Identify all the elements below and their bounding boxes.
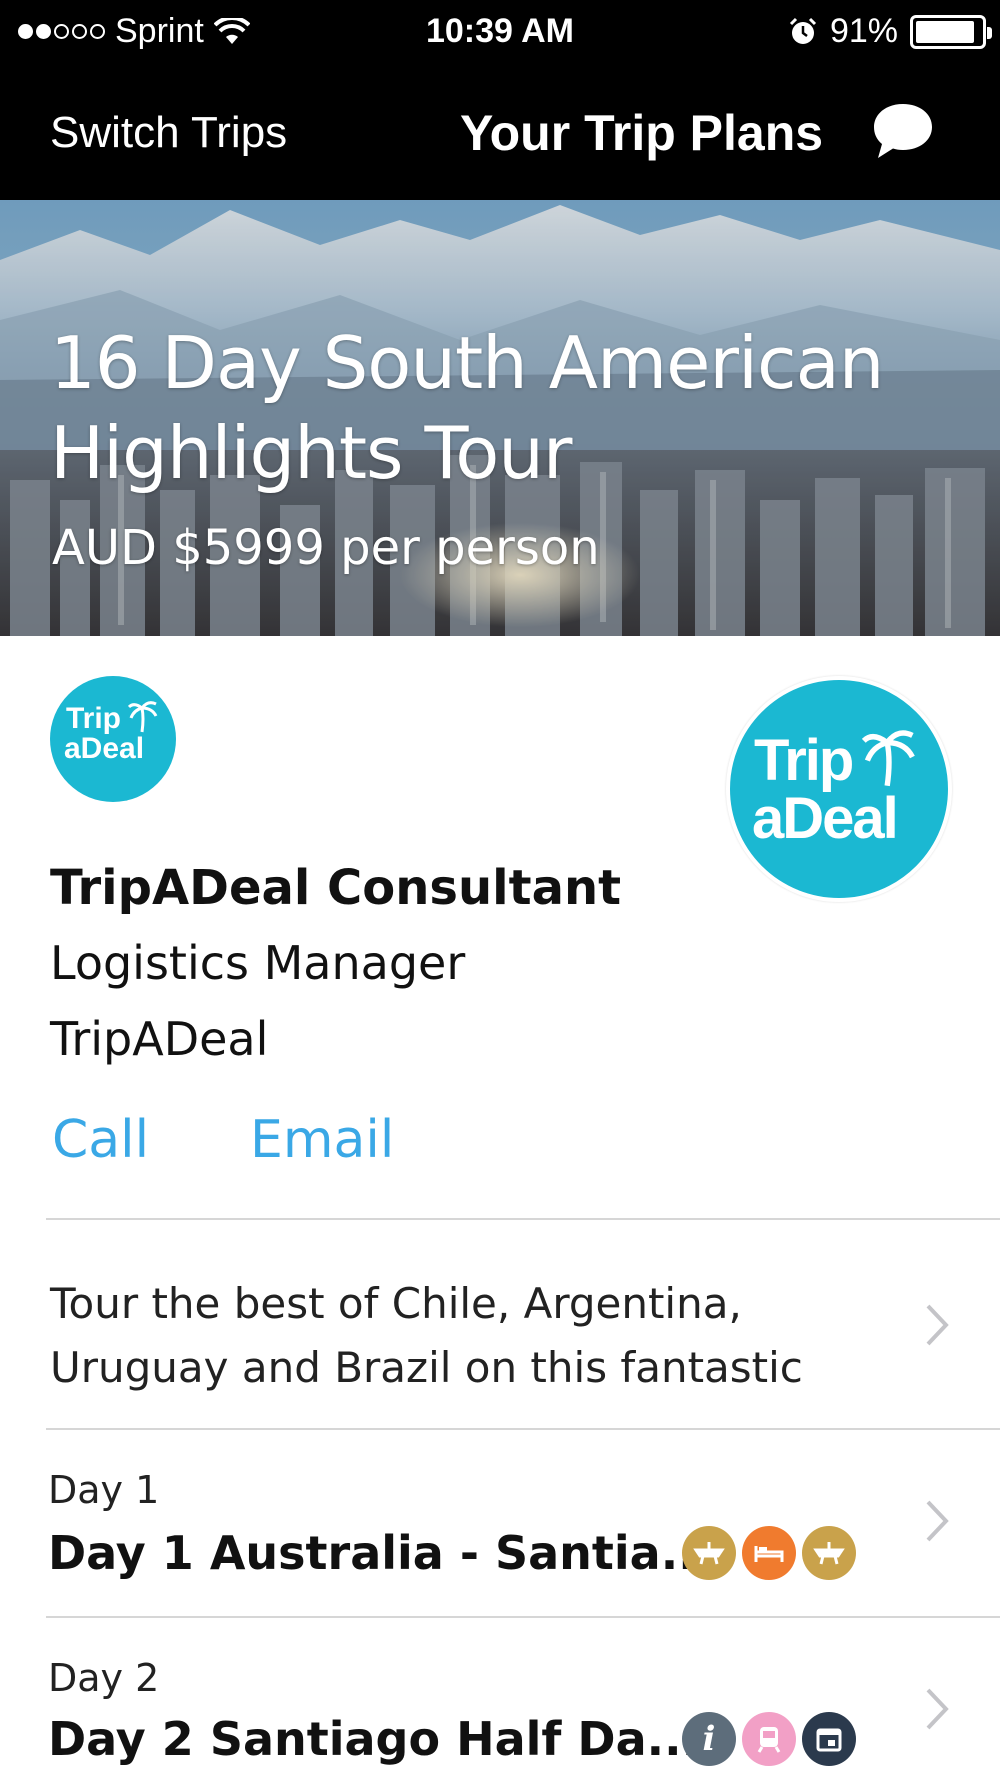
day-title: Day 2 Santiago Half Da... xyxy=(48,1712,700,1766)
flight-icon xyxy=(682,1526,736,1580)
consultant-name: TripADeal Consultant xyxy=(50,860,622,916)
consultant-avatar: Trip aDeal xyxy=(726,676,952,902)
hotel-bed-icon xyxy=(742,1526,796,1580)
tour-description[interactable]: Tour the best of Chile, Argentina, Urugu… xyxy=(50,1272,870,1400)
chevron-right-icon xyxy=(926,1688,949,1730)
palm-tree-icon xyxy=(862,730,915,787)
page-title: Your Trip Plans xyxy=(460,105,824,161)
logo-text-trip: Trip xyxy=(66,702,122,735)
divider xyxy=(46,1428,1000,1430)
tripadeal-logo-small: Trip aDeal xyxy=(50,676,176,802)
flight-icon xyxy=(802,1526,856,1580)
tour-title: 16 Day South American Highlights Tour xyxy=(50,318,950,498)
day-title: Day 1 Australia - Santia... xyxy=(48,1526,714,1580)
call-link[interactable]: Call xyxy=(52,1110,149,1170)
battery-icon xyxy=(910,14,992,49)
description-line-1: Tour the best of Chile, Argentina, xyxy=(50,1279,742,1328)
train-icon xyxy=(742,1712,796,1766)
email-link[interactable]: Email xyxy=(250,1110,394,1170)
day-activity-badges xyxy=(682,1526,856,1580)
consultant-role: Logistics Manager xyxy=(50,936,466,990)
logo-text-trip: Trip xyxy=(754,728,854,793)
status-bar: Sprint 10:39 AM 91% xyxy=(0,0,1000,64)
day-label: Day 1 xyxy=(48,1468,160,1512)
tour-price: AUD $5999 per person xyxy=(52,520,600,576)
divider xyxy=(46,1616,1000,1618)
chevron-right-icon xyxy=(926,1304,949,1346)
chevron-right-icon xyxy=(926,1500,949,1542)
trip-hero-banner: 16 Day South American Highlights Tour AU… xyxy=(0,200,1000,636)
tour-title-line-1: 16 Day South American xyxy=(50,321,884,405)
switch-trips-button[interactable]: Switch Trips xyxy=(50,108,287,158)
alarm-icon xyxy=(789,17,816,44)
battery-percent: 91% xyxy=(829,12,898,50)
day-label: Day 2 xyxy=(48,1656,160,1700)
divider xyxy=(46,1218,1000,1220)
navigation-bar: Switch Trips Your Trip Plans xyxy=(0,64,1000,200)
info-icon: i xyxy=(682,1712,736,1766)
calendar-icon xyxy=(802,1712,856,1766)
chat-bubble-icon[interactable] xyxy=(870,98,936,164)
tour-title-line-2: Highlights Tour xyxy=(50,411,572,495)
description-line-2: Uruguay and Brazil on this fantastic xyxy=(50,1343,803,1392)
palm-tree-icon xyxy=(128,701,158,733)
consultant-company: TripADeal xyxy=(50,1012,269,1066)
logo-text-adeal: aDeal xyxy=(64,732,145,765)
day-activity-badges: i xyxy=(682,1712,856,1766)
logo-text-adeal: aDeal xyxy=(752,786,899,851)
